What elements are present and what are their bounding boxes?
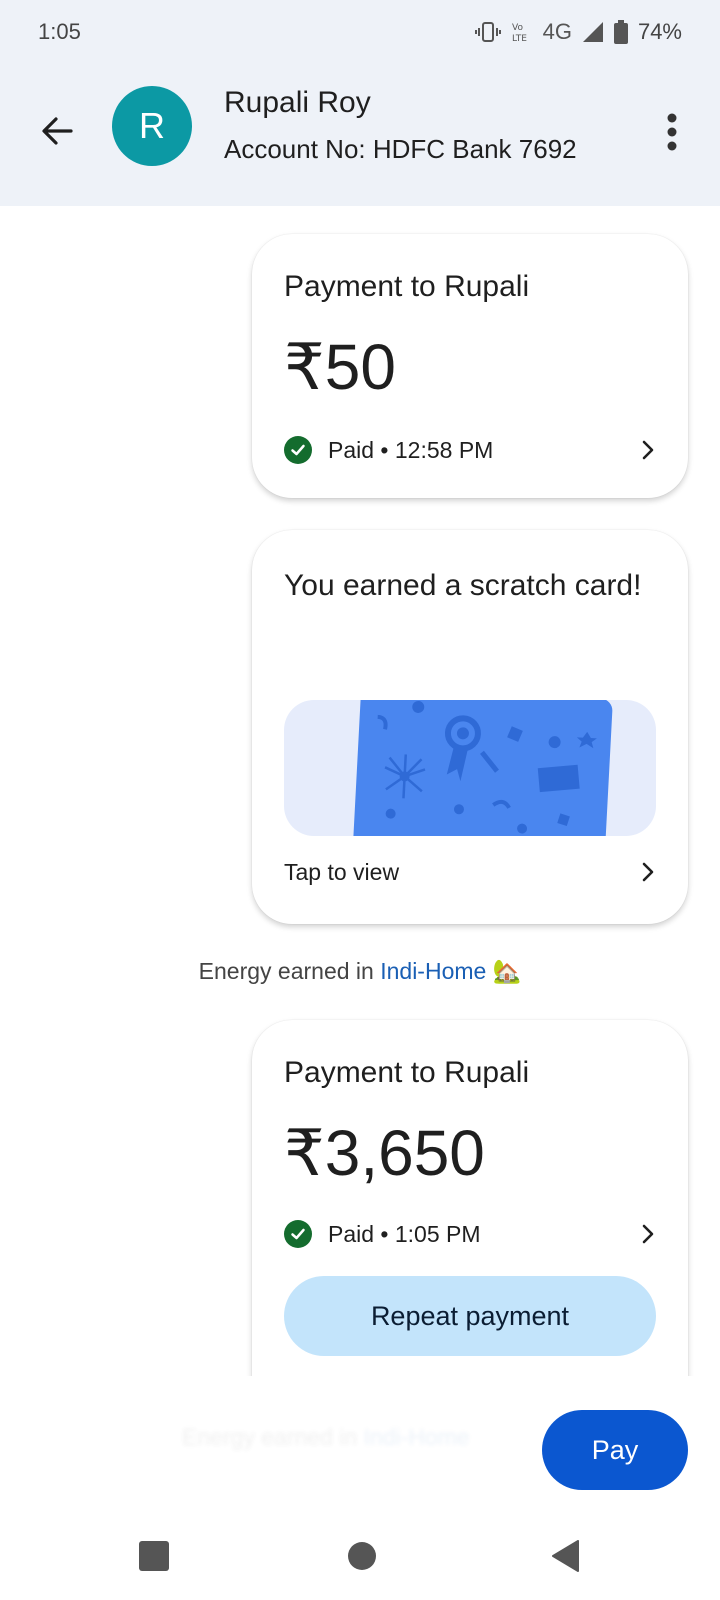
status-bar: 1:05 Vo LTE 4G 74% [0,0,720,64]
scratch-card-illustration [351,700,613,836]
svg-text:LTE: LTE [512,34,527,44]
energy-prefix: Energy earned in [198,958,381,984]
payment-title: Payment to Rupali [284,270,530,303]
chevron-right-icon [640,860,656,884]
payment-amount: ₹3,650 [284,1117,485,1189]
payment-status-row[interactable]: Paid • 12:58 PM [284,430,656,470]
payment-status: Paid • 1:05 PM [328,1220,481,1247]
chevron-right-icon [640,1222,656,1246]
back-nav-button[interactable] [550,1540,582,1577]
more-vert-icon [667,113,677,151]
status-time: 1:05 [38,19,81,44]
triangle-back-icon [552,1540,579,1572]
avatar[interactable]: R [112,86,192,166]
vibrate-icon [474,22,501,42]
chat-header: R Rupali Roy Account No: HDFC Bank 7692 [0,64,720,206]
check-circle-icon [284,1220,312,1248]
battery-icon [613,20,628,44]
pay-button[interactable]: Pay [542,1410,688,1490]
signal-icon [582,22,603,42]
back-arrow-icon [42,117,73,145]
account-number: Account No: HDFC Bank 7692 [224,134,577,164]
contact-name[interactable]: Rupali Roy [224,86,371,120]
energy-earned-note: Energy earned in Indi-Home 🏡 [0,958,720,985]
payment-title: Payment to Rupali [284,1056,530,1089]
back-button[interactable] [34,108,80,154]
battery-level: 74% [637,19,682,44]
scratch-card-title: You earned a scratch card! [284,569,642,602]
chevron-right-icon [640,438,656,462]
circle-icon [348,1542,376,1570]
system-nav-bar [0,1520,720,1600]
repeat-payment-button[interactable]: Repeat payment [284,1276,656,1356]
svg-text:Vo: Vo [512,23,523,33]
payment-status-row[interactable]: Paid • 1:05 PM [284,1214,656,1254]
payment-status: Paid • 12:58 PM [328,436,494,463]
more-options-button[interactable] [654,104,690,160]
tap-to-view-label: Tap to view [284,858,400,885]
recents-button[interactable] [138,1540,170,1577]
square-icon [139,1541,169,1571]
tap-to-view-row[interactable]: Tap to view [284,852,656,892]
indi-home-link[interactable]: Indi-Home [380,958,486,984]
payment-card[interactable]: Payment to Rupali ₹50 Paid • 12:58 PM [252,234,688,498]
check-circle-icon [284,436,312,464]
payment-card[interactable]: Payment to Rupali ₹3,650 Paid • 1:05 PM … [252,1020,688,1376]
network-type: 4G [542,19,572,44]
status-icons: Vo LTE 4G 74% [474,19,682,45]
home-button[interactable] [346,1540,378,1577]
volte-icon: Vo LTE [512,23,527,44]
energy-earned-note-faded: Energy earned in Indi-Home [182,1424,470,1450]
payment-card-clip: Payment to Rupali ₹3,650 Paid • 1:05 PM … [0,1010,720,1376]
payment-amount: ₹50 [284,331,396,403]
scratch-card-image[interactable] [284,700,656,836]
house-emoji-icon: 🏡 [492,958,522,984]
scratch-card-message[interactable]: You earned a scratch card! Tap to view [252,530,688,924]
